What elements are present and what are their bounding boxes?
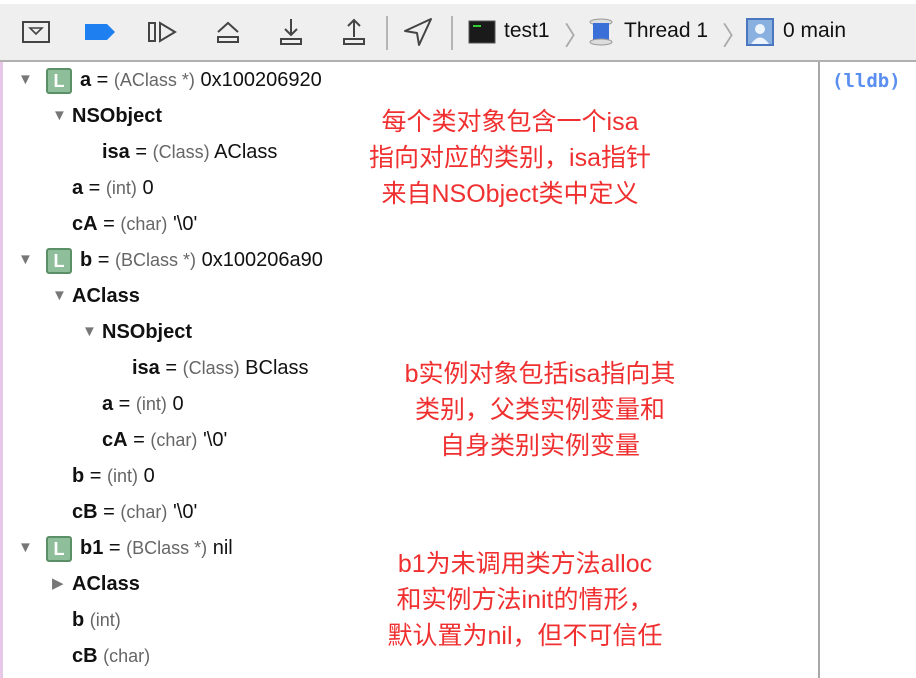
lldb-console[interactable]: (lldb): [832, 70, 901, 92]
stack-frame-user-icon[interactable]: [742, 14, 778, 50]
variable-row[interactable]: cA = (char) '\0': [102, 422, 227, 458]
variable-value: 0: [142, 177, 154, 199]
variable-row[interactable]: b = (int) 0: [72, 458, 155, 494]
variable-value: BClass: [245, 357, 309, 379]
variable-row[interactable]: ▶ AClass: [52, 566, 140, 602]
variable-value: nil: [212, 537, 233, 559]
disclosure-down-icon[interactable]: ▼: [82, 314, 97, 350]
variable-row[interactable]: a = (int) 0: [72, 170, 154, 206]
variable-type: (int): [107, 466, 139, 486]
continue-button[interactable]: [145, 14, 181, 50]
annotation-2: b实例对象包括isa指向其 类别，父类实例变量和 自身类别实例变量: [360, 356, 720, 464]
step-over-button[interactable]: [211, 14, 247, 50]
variable-value: AClass: [214, 141, 278, 163]
variable-name: AClass: [72, 573, 140, 595]
variable-name: isa: [132, 357, 160, 379]
disclosure-right-icon[interactable]: ▶: [52, 566, 64, 602]
variable-type: (char): [120, 502, 168, 522]
variable-name: cB: [72, 501, 98, 523]
variable-name: AClass: [72, 285, 140, 307]
step-into-button[interactable]: [273, 14, 309, 50]
terminal-app-icon[interactable]: [464, 14, 500, 50]
variable-name: b: [80, 249, 93, 271]
variable-name: NSObject: [102, 321, 193, 343]
variable-row[interactable]: b (int): [72, 602, 121, 638]
variable-type: (BClass *): [115, 250, 197, 270]
disclosure-down-icon[interactable]: ▼: [52, 98, 67, 134]
variable-type: (char): [150, 430, 198, 450]
variable-type: (int): [105, 178, 137, 198]
variable-type: (int): [135, 394, 167, 414]
variable-type: (int): [89, 610, 121, 630]
variable-row[interactable]: ▼ Lb1 = (BClass *) nil: [18, 530, 233, 566]
toolbar-divider: [451, 16, 453, 50]
thread-spool-icon[interactable]: [583, 14, 619, 50]
disclosure-down-icon[interactable]: ▼: [52, 278, 67, 314]
annotation-line: b1为未调用类方法alloc: [397, 550, 653, 578]
disclosure-down-icon[interactable]: ▼: [18, 242, 33, 278]
annotation-line: 来自NSObject类中定义: [381, 180, 639, 208]
variable-name: cA: [72, 213, 98, 235]
breakpoint-toggle-icon[interactable]: [82, 14, 118, 50]
annotation-1: 每个类对象包含一个isa 指向对应的类别，isa指针 来自NSObject类中定…: [330, 104, 690, 212]
variable-name: a: [102, 393, 114, 415]
variable-row[interactable]: ▼ Lb = (BClass *) 0x100206a90: [18, 242, 323, 278]
variable-type: (AClass *): [113, 70, 195, 90]
variable-value: 0x100206920: [200, 69, 322, 91]
variable-row[interactable]: isa = (Class) BClass: [132, 350, 309, 386]
variable-name: a: [72, 177, 84, 199]
local-variable-icon: L: [46, 67, 72, 94]
variable-name: b1: [80, 537, 104, 559]
simulate-location-button[interactable]: [400, 14, 436, 50]
variable-type: (Class): [182, 358, 240, 378]
debug-toolbar: test1 〉 Thread 1 〉 0 main: [0, 4, 916, 62]
breadcrumb-process[interactable]: test1: [504, 19, 550, 43]
variable-row[interactable]: a = (int) 0: [102, 386, 184, 422]
local-variable-icon: L: [46, 535, 72, 562]
variable-type: (char): [103, 646, 151, 666]
annotation-line: b实例对象包括isa指向其: [404, 360, 676, 388]
local-variable-icon: L: [46, 247, 72, 274]
variable-row[interactable]: ▼ NSObject: [52, 98, 163, 134]
disclosure-down-icon[interactable]: ▼: [18, 62, 33, 98]
variable-row[interactable]: ▼ NSObject: [82, 314, 193, 350]
annotation-line: 默认置为nil，但不可信任: [387, 622, 663, 650]
variable-row[interactable]: ▼ La = (AClass *) 0x100206920: [18, 62, 322, 98]
variable-row[interactable]: cB = (char) '\0': [72, 494, 197, 530]
variable-name: NSObject: [72, 105, 163, 127]
variable-type: (Class): [152, 142, 210, 162]
disclosure-down-icon[interactable]: ▼: [18, 530, 33, 566]
variable-row[interactable]: cA = (char) '\0': [72, 206, 197, 242]
variable-row[interactable]: isa = (Class) AClass: [102, 134, 277, 170]
variable-value: '\0': [172, 213, 198, 235]
annotation-line: 每个类对象包含一个isa: [381, 108, 639, 136]
step-out-button[interactable]: [336, 14, 372, 50]
variable-name: cA: [102, 429, 128, 451]
variable-row[interactable]: ▼ AClass: [52, 278, 140, 314]
variable-type: (BClass *): [126, 538, 208, 558]
variable-name: b: [72, 609, 85, 631]
breadcrumb-thread[interactable]: Thread 1: [624, 19, 708, 43]
variable-name: cB: [72, 645, 98, 667]
annotation-line: 指向对应的类别，isa指针: [369, 144, 651, 172]
variable-value: 0x100206a90: [201, 249, 323, 271]
variable-name: a: [80, 69, 92, 91]
variable-value: 0: [172, 393, 184, 415]
variable-value: '\0': [202, 429, 228, 451]
annotation-line: 自身类别实例变量: [439, 432, 640, 460]
variable-value: 0: [143, 465, 155, 487]
variable-row[interactable]: cB (char): [72, 638, 150, 674]
variable-type: (char): [120, 214, 168, 234]
variable-name: isa: [102, 141, 130, 163]
variable-value: '\0': [172, 501, 198, 523]
toolbar-divider: [386, 16, 388, 50]
variable-name: b: [72, 465, 85, 487]
annotation-line: 和实例方法init的情形，: [396, 586, 654, 614]
pane-divider[interactable]: [818, 62, 820, 678]
hide-debug-area-button[interactable]: [18, 14, 54, 50]
breadcrumb-frame[interactable]: 0 main: [783, 19, 846, 43]
annotation-3: b1为未调用类方法alloc 和实例方法init的情形， 默认置为nil，但不可…: [345, 546, 705, 654]
annotation-line: 类别，父类实例变量和: [414, 396, 665, 424]
